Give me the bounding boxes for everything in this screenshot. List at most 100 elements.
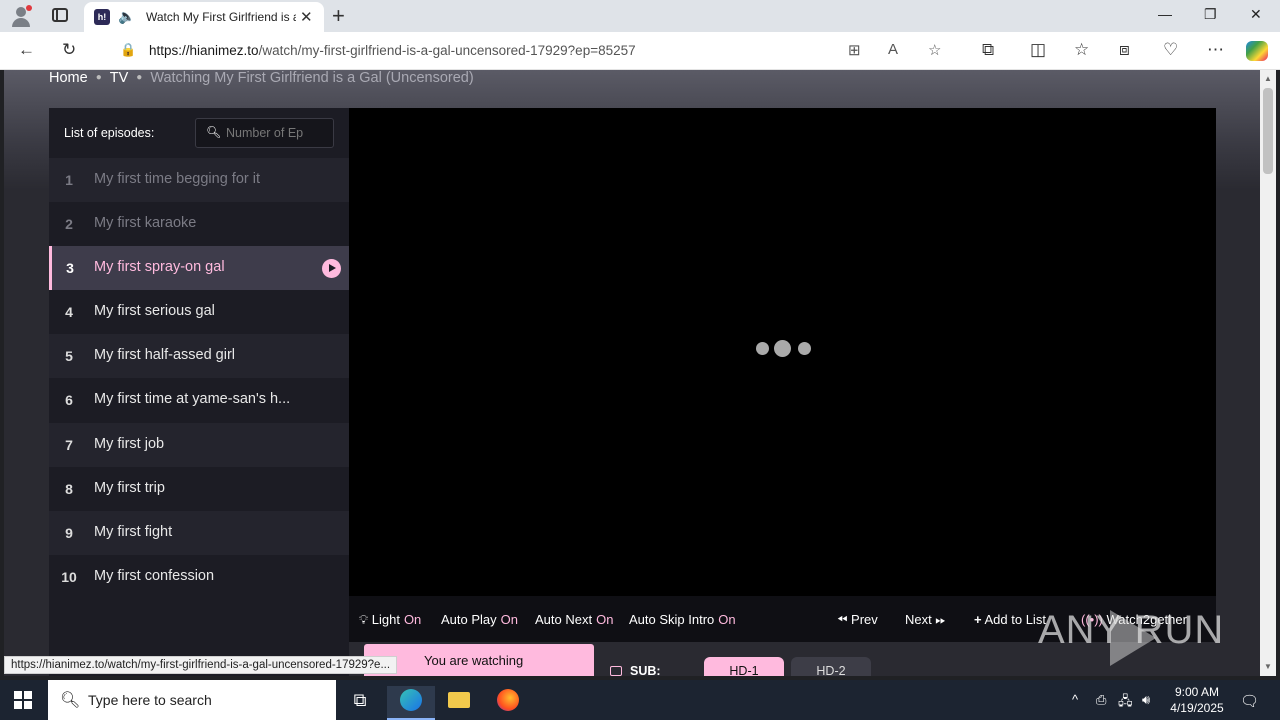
prev-episode-button[interactable]: ⏪︎ Prev bbox=[837, 612, 878, 628]
search-icon: 🔍︎ bbox=[206, 125, 222, 139]
episode-item[interactable]: 7 My first job bbox=[49, 423, 349, 467]
tab-actions-icon[interactable] bbox=[52, 8, 68, 22]
settings-menu-icon[interactable]: ⋯ bbox=[1207, 40, 1224, 60]
read-aloud-icon[interactable]: A bbox=[888, 41, 898, 58]
episode-search[interactable]: 🔍︎ bbox=[195, 118, 334, 148]
server-hd2-button[interactable]: HD-2 bbox=[791, 657, 871, 676]
play-triangle-icon bbox=[1110, 610, 1156, 666]
extensions-icon[interactable]: ⧉ bbox=[982, 40, 994, 60]
minimize-icon[interactable]: — bbox=[1158, 6, 1172, 22]
tab-title: Watch My First Girlfriend is a Gal (Unce… bbox=[146, 10, 296, 24]
taskbar-search[interactable]: 🔍︎ Type here to search bbox=[48, 680, 336, 720]
episode-item-active[interactable]: 3 My first spray-on gal bbox=[49, 246, 349, 290]
tab-bar: h! 🔈 Watch My First Girlfriend is a Gal … bbox=[0, 0, 1280, 32]
volume-icon[interactable]: 🔊︎ bbox=[1142, 692, 1150, 708]
favorite-star-icon[interactable]: ☆ bbox=[928, 41, 941, 59]
episode-number: 7 bbox=[65, 437, 73, 453]
loading-spinner-icon bbox=[753, 340, 823, 357]
close-tab-icon[interactable]: ✕ bbox=[300, 8, 313, 26]
episode-number: 1 bbox=[65, 172, 73, 188]
episode-number: 3 bbox=[66, 260, 74, 276]
profile-avatar-icon[interactable] bbox=[10, 5, 32, 27]
windows-start-icon[interactable] bbox=[14, 691, 32, 709]
browser-toolbar: ← ↻ 🔒 https://hianimez.to/watch/my-first… bbox=[0, 32, 1280, 70]
episode-number-input[interactable] bbox=[226, 126, 326, 140]
breadcrumb-tv[interactable]: TV bbox=[110, 70, 129, 86]
auto-next-toggle[interactable]: Auto Next On bbox=[535, 612, 613, 627]
url-text[interactable]: https://hianimez.to/watch/my-first-girlf… bbox=[149, 43, 636, 58]
episode-item[interactable]: 2 My first karaoke bbox=[49, 202, 349, 246]
episode-title: My first time at yame-san's h... bbox=[94, 391, 291, 407]
episode-item[interactable]: 6 My first time at yame-san's h... bbox=[49, 378, 349, 422]
video-player[interactable] bbox=[349, 108, 1216, 596]
status-bar-url: https://hianimez.to/watch/my-first-girlf… bbox=[4, 656, 398, 674]
breadcrumb-current: Watching My First Girlfriend is a Gal (U… bbox=[150, 70, 474, 86]
episode-item[interactable]: 1 My first time begging for it bbox=[49, 158, 349, 202]
episode-title: My first serious gal bbox=[94, 303, 215, 319]
breadcrumb-home[interactable]: Home bbox=[49, 70, 88, 86]
browser-essentials-icon[interactable]: ♡ bbox=[1163, 40, 1178, 60]
episode-title: My first confession bbox=[94, 568, 215, 584]
site-favicon-icon: h! bbox=[94, 9, 110, 25]
auto-skip-intro-toggle[interactable]: Auto Skip Intro On bbox=[629, 612, 736, 627]
rewind-icon: ⏪︎ bbox=[837, 612, 848, 627]
app-available-icon[interactable]: ⊞ bbox=[848, 41, 861, 59]
now-watching-notice: You are watching bbox=[364, 644, 594, 676]
episode-title: My first half-assed girl bbox=[94, 347, 236, 363]
episode-number: 10 bbox=[61, 569, 77, 585]
file-explorer-icon[interactable] bbox=[435, 686, 483, 720]
speaker-icon[interactable]: 🔈 bbox=[118, 8, 135, 25]
split-screen-icon[interactable]: ◫ bbox=[1030, 40, 1046, 60]
scrollbar-thumb[interactable] bbox=[1263, 88, 1273, 174]
episode-list-header: List of episodes: 🔍︎ bbox=[49, 108, 349, 158]
back-icon[interactable]: ← bbox=[18, 40, 35, 60]
light-toggle[interactable]: 💡︎ Light On bbox=[359, 612, 421, 628]
episode-item[interactable]: 10 My first confession bbox=[49, 555, 349, 599]
lock-icon[interactable]: 🔒 bbox=[120, 42, 136, 58]
device-icon[interactable]: ⎙ bbox=[1096, 692, 1106, 708]
network-icon[interactable]: 🖧︎ bbox=[1118, 692, 1133, 714]
copilot-icon[interactable] bbox=[1246, 41, 1268, 61]
task-view-icon[interactable]: ⧉ bbox=[336, 686, 384, 720]
taskbar: 🔍︎ Type here to search ⧉ ^ ⎙ 🖧︎ 🔊︎ 9:00 … bbox=[0, 680, 1280, 720]
episode-item[interactable]: 5 My first half-assed girl bbox=[49, 334, 349, 378]
episode-number: 8 bbox=[65, 481, 73, 497]
page-scrollbar[interactable]: ▲ ▼ bbox=[1260, 70, 1276, 676]
plus-icon: + bbox=[974, 612, 982, 627]
episode-number: 5 bbox=[65, 348, 73, 364]
close-window-icon[interactable]: ✕ bbox=[1250, 6, 1262, 23]
scroll-up-icon[interactable]: ▲ bbox=[1264, 74, 1272, 83]
episode-title: My first time begging for it bbox=[94, 171, 260, 187]
scroll-down-icon[interactable]: ▼ bbox=[1264, 662, 1272, 671]
notifications-icon[interactable]: 🗨︎ bbox=[1240, 692, 1259, 710]
favorites-icon[interactable]: ☆ bbox=[1074, 40, 1089, 60]
episode-item[interactable]: 8 My first trip bbox=[49, 467, 349, 511]
refresh-icon[interactable]: ↻ bbox=[62, 40, 76, 60]
firefox-icon[interactable] bbox=[484, 686, 532, 720]
edge-browser-icon[interactable] bbox=[387, 686, 435, 720]
web-page: Home ● TV ● Watching My First Girlfriend is … bbox=[4, 70, 1260, 676]
collections-icon[interactable]: ⧈ bbox=[1119, 40, 1130, 60]
restore-icon[interactable]: ❐ bbox=[1204, 6, 1217, 23]
show-hidden-icons-icon[interactable]: ^ bbox=[1072, 692, 1078, 707]
episode-title: My first trip bbox=[94, 480, 165, 496]
taskbar-search-placeholder: Type here to search bbox=[88, 692, 212, 708]
episode-number: 4 bbox=[65, 304, 73, 320]
closed-caption-icon bbox=[610, 666, 622, 676]
browser-tab[interactable]: h! 🔈 Watch My First Girlfriend is a Gal … bbox=[84, 2, 324, 32]
bulb-icon: 💡︎ bbox=[359, 612, 369, 627]
taskbar-clock[interactable]: 9:00 AM 4/19/2025 bbox=[1162, 684, 1232, 716]
episode-item[interactable]: 9 My first fight bbox=[49, 511, 349, 555]
clock-date: 4/19/2025 bbox=[1170, 701, 1224, 715]
new-tab-icon[interactable]: + bbox=[332, 3, 345, 29]
sub-servers-label: SUB: bbox=[610, 664, 661, 676]
clock-time: 9:00 AM bbox=[1174, 685, 1220, 699]
server-hd1-button[interactable]: HD-1 bbox=[704, 657, 784, 676]
address-bar[interactable]: 🔒 https://hianimez.to/watch/my-first-gir… bbox=[100, 35, 964, 67]
episode-list-title: List of episodes: bbox=[64, 126, 155, 140]
episode-item[interactable]: 4 My first serious gal bbox=[49, 290, 349, 334]
auto-play-toggle[interactable]: Auto Play On bbox=[441, 612, 518, 627]
next-episode-button[interactable]: Next ⏩︎ bbox=[905, 612, 946, 628]
add-to-list-button[interactable]: + Add to List bbox=[974, 612, 1046, 627]
episode-title: My first spray-on gal bbox=[94, 259, 225, 275]
